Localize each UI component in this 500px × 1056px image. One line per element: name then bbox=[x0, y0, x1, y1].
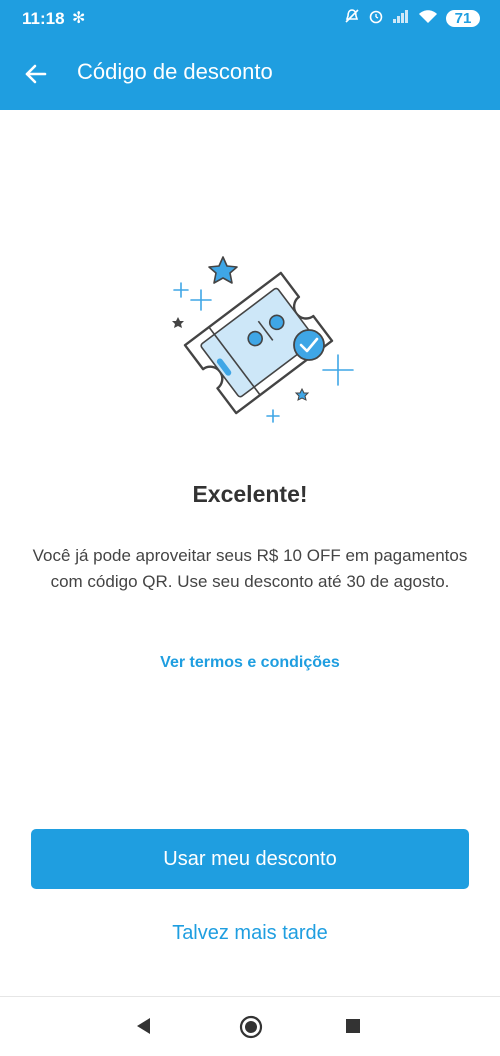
alarm-icon bbox=[368, 8, 384, 28]
arrow-left-icon bbox=[25, 64, 47, 84]
nav-home-icon[interactable] bbox=[239, 1015, 263, 1039]
page-title: Código de desconto bbox=[77, 59, 273, 84]
status-time: 11:18 bbox=[22, 9, 65, 28]
description-text: Você já pode aproveitar seus R$ 10 OFF e… bbox=[32, 546, 468, 591]
coupon-ticket-illustration bbox=[172, 256, 354, 423]
system-nav-bar bbox=[0, 996, 500, 1056]
signal-icon bbox=[392, 9, 410, 27]
status-bar: 11:18 ✻ 71 bbox=[0, 0, 500, 38]
maybe-later-link[interactable]: Talvez mais tarde bbox=[0, 922, 500, 945]
headline: Excelente! bbox=[192, 481, 308, 507]
use-discount-button[interactable]: Usar meu desconto bbox=[31, 829, 469, 889]
star-icon bbox=[208, 256, 238, 284]
check-badge-icon bbox=[293, 329, 325, 361]
wifi-icon bbox=[418, 9, 438, 28]
mute-icon bbox=[344, 8, 360, 28]
nav-recents-icon[interactable] bbox=[346, 1019, 360, 1033]
battery-icon: 71 bbox=[446, 9, 480, 27]
terms-link[interactable]: Ver termos e condições bbox=[0, 654, 500, 672]
status-icons: 71 bbox=[344, 8, 480, 28]
app-bar: Código de desconto bbox=[0, 38, 500, 110]
bluetooth-icon: ✻ bbox=[72, 10, 86, 27]
nav-back-icon[interactable] bbox=[136, 1017, 152, 1035]
back-button[interactable] bbox=[18, 58, 54, 90]
